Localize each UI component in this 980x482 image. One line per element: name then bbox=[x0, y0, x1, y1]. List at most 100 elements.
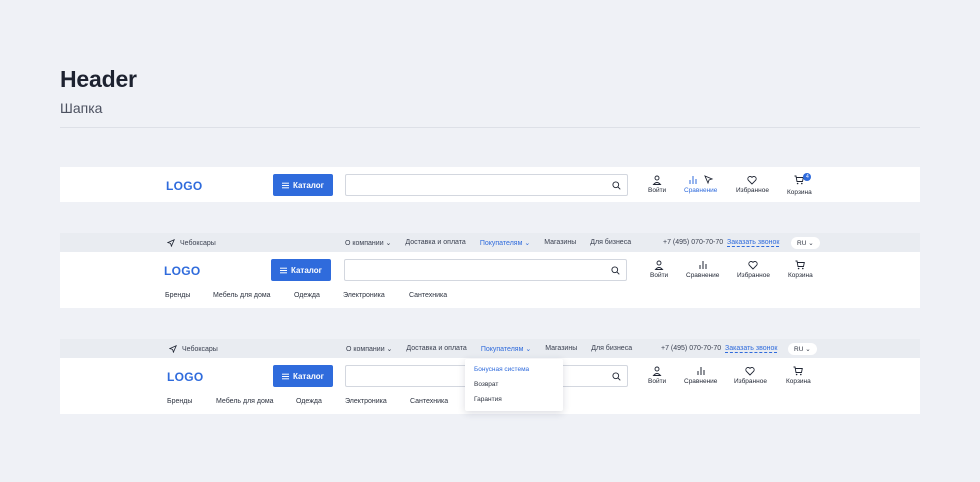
menu-icon bbox=[280, 267, 287, 273]
city-selector[interactable]: Чебоксары bbox=[167, 239, 216, 247]
catalog-label: Каталог bbox=[291, 265, 322, 275]
catalog-label: Каталог bbox=[293, 371, 324, 381]
header-variant-2: LOGO Каталог Войти Сравнение Избранное К… bbox=[60, 252, 920, 287]
top-nav: О компании ⌄ Доставка и оплата Покупател… bbox=[345, 239, 631, 247]
page-title: Header bbox=[60, 66, 137, 92]
category-clothes[interactable]: Одежда bbox=[294, 292, 320, 299]
nav-stores[interactable]: Магазины bbox=[544, 239, 576, 247]
category-clothes[interactable]: Одежда bbox=[296, 398, 322, 405]
phone-number[interactable]: +7 (495) 070-70-70 bbox=[661, 345, 721, 352]
catalog-button[interactable]: Каталог bbox=[273, 174, 333, 196]
nav-about[interactable]: О компании ⌄ bbox=[345, 239, 391, 247]
nav-about[interactable]: О компании ⌄ bbox=[346, 345, 392, 353]
dropdown-item-warranty[interactable]: Гарантия bbox=[474, 396, 502, 403]
nav-delivery[interactable]: Доставка и оплата bbox=[406, 345, 466, 353]
compare-icon bbox=[699, 261, 707, 269]
compare-label: Сравнение bbox=[684, 378, 718, 385]
login-button[interactable]: Войти bbox=[650, 260, 668, 279]
search-icon bbox=[612, 372, 621, 381]
favorites-label: Избранное bbox=[736, 187, 769, 194]
login-label: Войти bbox=[648, 187, 667, 194]
category-electronics[interactable]: Электроника bbox=[345, 398, 387, 405]
language-selector[interactable]: RU ⌄ bbox=[791, 237, 820, 249]
top-nav: О компании ⌄ Доставка и оплата Покупател… bbox=[346, 345, 632, 353]
user-icon bbox=[654, 260, 664, 270]
search-icon bbox=[611, 266, 620, 275]
category-plumbing[interactable]: Сантехника bbox=[409, 292, 447, 299]
heart-icon bbox=[745, 367, 756, 376]
category-electronics[interactable]: Электроника bbox=[343, 292, 385, 299]
compare-label: Сравнение bbox=[684, 187, 718, 194]
search-input[interactable] bbox=[345, 174, 628, 196]
category-furniture[interactable]: Мебель для дома bbox=[216, 398, 274, 405]
login-button[interactable]: Войти bbox=[648, 366, 666, 385]
catalog-button[interactable]: Каталог bbox=[273, 365, 333, 387]
cart-icon bbox=[793, 366, 804, 376]
nav-delivery[interactable]: Доставка и оплата bbox=[405, 239, 465, 247]
search-icon bbox=[612, 181, 621, 190]
heart-icon bbox=[748, 261, 759, 270]
nav-customers[interactable]: Покупателям ⌄ bbox=[480, 239, 530, 247]
location-arrow-icon bbox=[169, 345, 177, 353]
menu-icon bbox=[282, 373, 289, 379]
compare-button[interactable]: Сравнение bbox=[684, 366, 717, 385]
dropdown-item-bonus[interactable]: Бонусная система bbox=[474, 366, 529, 373]
compare-button[interactable]: Сравнение bbox=[684, 175, 717, 194]
user-icon bbox=[652, 366, 662, 376]
login-label: Войти bbox=[650, 272, 669, 279]
search-input[interactable] bbox=[344, 259, 627, 281]
cart-icon bbox=[795, 260, 806, 270]
category-brands[interactable]: Бренды bbox=[165, 292, 190, 299]
nav-business[interactable]: Для бизнеса bbox=[590, 239, 631, 247]
compare-button[interactable]: Сравнение bbox=[686, 260, 719, 279]
heart-icon bbox=[747, 176, 758, 185]
location-arrow-icon bbox=[167, 239, 175, 247]
dropdown-item-return[interactable]: Возврат bbox=[474, 381, 498, 388]
city-selector[interactable]: Чебоксары bbox=[169, 345, 218, 353]
city-label: Чебоксары bbox=[182, 345, 218, 353]
cart-count-badge: 4 bbox=[803, 173, 812, 181]
favorites-button[interactable]: Избранное bbox=[734, 366, 767, 385]
login-button[interactable]: Войти bbox=[648, 175, 666, 194]
cart-label: Корзина bbox=[787, 189, 812, 196]
compare-icon bbox=[689, 176, 697, 184]
catalog-button[interactable]: Каталог bbox=[271, 259, 331, 281]
compare-icon bbox=[697, 367, 705, 375]
callback-link[interactable]: Заказать звонок bbox=[725, 345, 778, 353]
cursor-icon bbox=[703, 175, 713, 185]
category-plumbing[interactable]: Сантехника bbox=[410, 398, 448, 405]
nav-business[interactable]: Для бизнеса bbox=[591, 345, 632, 353]
logo[interactable]: LOGO bbox=[167, 370, 204, 384]
top-bar-variant-3: Чебоксары О компании ⌄ Доставка и оплата… bbox=[60, 339, 920, 358]
favorites-button[interactable]: Избранное bbox=[736, 175, 769, 194]
catalog-label: Каталог bbox=[293, 180, 324, 190]
logo[interactable]: LOGO bbox=[164, 264, 201, 278]
menu-icon bbox=[282, 182, 289, 188]
customers-dropdown: Бонусная система Возврат Гарантия bbox=[465, 359, 563, 411]
divider bbox=[60, 127, 920, 128]
user-icon bbox=[652, 175, 662, 185]
top-bar-variant-2: Чебоксары О компании ⌄ Доставка и оплата… bbox=[60, 233, 920, 252]
logo[interactable]: LOGO bbox=[166, 179, 203, 193]
callback-link[interactable]: Заказать звонок bbox=[727, 239, 780, 247]
favorites-button[interactable]: Избранное bbox=[737, 260, 770, 279]
city-label: Чебоксары bbox=[180, 239, 216, 247]
favorites-label: Избранное bbox=[737, 272, 770, 279]
cart-label: Корзина bbox=[786, 378, 811, 385]
cart-label: Корзина bbox=[788, 272, 813, 279]
cart-button[interactable]: Корзина bbox=[788, 260, 813, 279]
nav-stores[interactable]: Магазины bbox=[545, 345, 577, 353]
category-brands[interactable]: Бренды bbox=[167, 398, 192, 405]
language-selector[interactable]: RU ⌄ bbox=[788, 343, 817, 355]
login-label: Войти bbox=[648, 378, 667, 385]
compare-label: Сравнение bbox=[686, 272, 720, 279]
category-furniture[interactable]: Мебель для дома bbox=[213, 292, 271, 299]
cart-button[interactable]: 4 Корзина bbox=[787, 173, 812, 196]
nav-customers[interactable]: Покупателям ⌄ bbox=[481, 345, 531, 353]
phone-number[interactable]: +7 (495) 070-70-70 bbox=[663, 239, 723, 246]
favorites-label: Избранное bbox=[734, 378, 767, 385]
cart-button[interactable]: Корзина bbox=[786, 366, 811, 385]
category-bar-variant-2: Бренды Мебель для дома Одежда Электроник… bbox=[60, 287, 920, 308]
page-subtitle: Шапка bbox=[60, 100, 103, 116]
header-variant-1: LOGO Каталог Войти Сравнение Избранное 4… bbox=[60, 167, 920, 202]
